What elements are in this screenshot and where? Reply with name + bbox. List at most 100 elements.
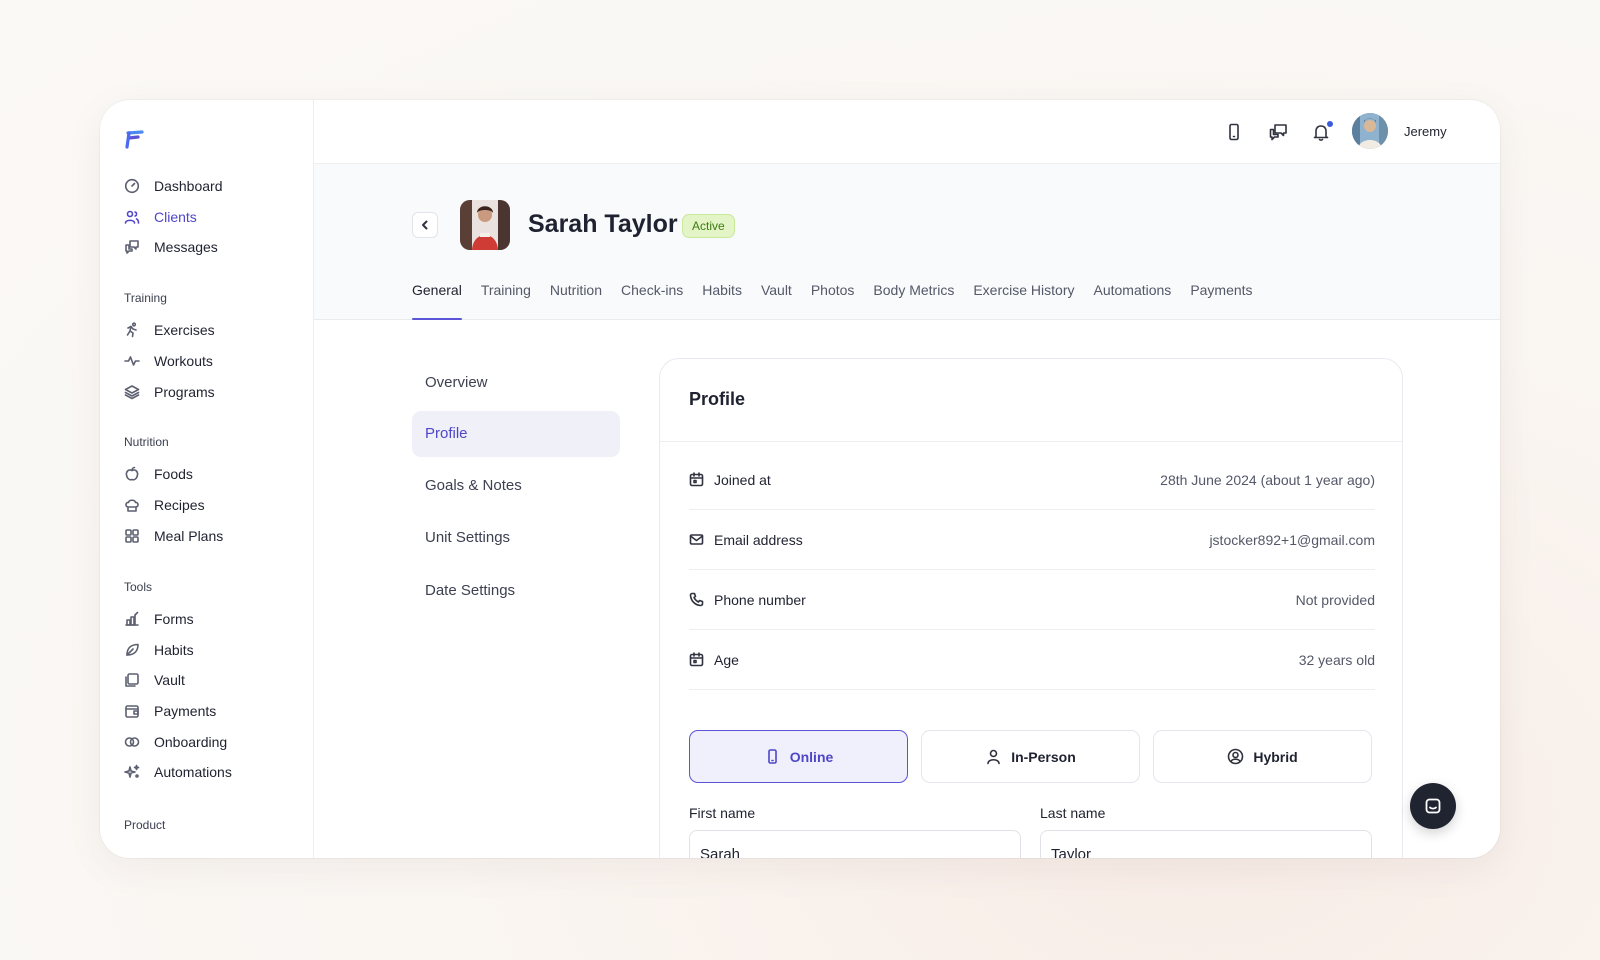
sidebar-item-exercises[interactable]: Exercises — [124, 318, 215, 342]
sidebar-section-tools: Tools — [124, 580, 153, 594]
notification-dot — [1327, 121, 1333, 127]
sidebar-section-training: Training — [124, 291, 167, 305]
sidebar-item-label: Dashboard — [154, 178, 223, 194]
chef-hat-icon — [124, 497, 140, 513]
tab-habits[interactable]: Habits — [702, 276, 742, 320]
divider — [660, 441, 1402, 442]
calendar-icon — [689, 651, 705, 668]
sidebar-item-label: Recipes — [154, 497, 205, 513]
status-badge: Active — [682, 214, 735, 238]
sidebar-item-foods[interactable]: Foods — [124, 462, 193, 486]
sidebar-item-label: Programs — [154, 384, 215, 400]
sidebar-item-label: Vault — [154, 672, 185, 688]
first-name-field[interactable] — [689, 830, 1021, 858]
mobile-icon — [764, 748, 782, 766]
sidebar-item-automations[interactable]: Automations — [124, 760, 232, 784]
sidebar-section-product: Product — [124, 818, 166, 832]
sidebar-item-clients[interactable]: Clients — [124, 205, 197, 229]
user-circle-icon — [1227, 748, 1245, 766]
app-window: Dashboard Clients Messages Training Exer… — [100, 100, 1500, 858]
messages-icon — [124, 239, 140, 255]
sidebar-item-onboarding[interactable]: Onboarding — [124, 730, 227, 754]
tab-exercise-history[interactable]: Exercise History — [973, 276, 1074, 320]
calendar-icon — [689, 471, 705, 488]
subnav-overview[interactable]: Overview — [412, 360, 620, 406]
tab-check-ins[interactable]: Check-ins — [621, 276, 683, 320]
sidebar-item-label: Payments — [154, 703, 217, 719]
chat-bubbles-icon[interactable] — [1268, 122, 1290, 144]
client-tabs: General Training Nutrition Check-ins Hab… — [412, 276, 1272, 320]
sidebar-item-recipes[interactable]: Recipes — [124, 493, 205, 517]
sidebar-section-nutrition: Nutrition — [124, 435, 169, 449]
back-button[interactable] — [412, 212, 438, 238]
last-name-label: Last name — [1040, 805, 1106, 821]
pulse-icon — [124, 353, 140, 369]
chevron-left-icon — [422, 220, 428, 230]
info-value: Not provided — [1295, 591, 1375, 608]
sidebar-item-label: Clients — [154, 209, 197, 225]
mode-hybrid-button[interactable]: Hybrid — [1153, 730, 1372, 783]
tab-training[interactable]: Training — [481, 276, 531, 320]
tab-nutrition[interactable]: Nutrition — [550, 276, 602, 320]
info-row-phone: Phone number Not provided — [689, 570, 1375, 630]
mode-in-person-button[interactable]: In-Person — [921, 730, 1140, 783]
sidebar-item-workouts[interactable]: Workouts — [124, 349, 213, 373]
tab-vault[interactable]: Vault — [761, 276, 792, 320]
card-title: Profile — [689, 389, 746, 409]
info-label: Email address — [714, 531, 803, 548]
bell-icon[interactable] — [1311, 121, 1333, 144]
info-row-joined: Joined at 28th June 2024 (about 1 year a… — [689, 450, 1375, 510]
username[interactable]: Jeremy — [1404, 124, 1447, 139]
client-avatar — [460, 200, 510, 250]
mobile-icon[interactable] — [1224, 122, 1246, 144]
tab-automations[interactable]: Automations — [1093, 276, 1171, 320]
profile-card: Profile Joined at 28th June 2024 (about … — [659, 358, 1403, 858]
subnav-date-settings[interactable]: Date Settings — [412, 568, 620, 614]
sidebar-item-payments[interactable]: Payments — [124, 699, 216, 723]
info-row-email: Email address jstocker892+1@gmail.com — [689, 510, 1375, 570]
sidebar-item-label: Habits — [154, 642, 194, 658]
sidebar-item-programs[interactable]: Programs — [124, 380, 215, 404]
sidebar-item-label: Foods — [154, 466, 193, 482]
avatar[interactable] — [1352, 113, 1388, 149]
chat-launcher-button[interactable] — [1410, 783, 1456, 829]
phone-icon — [689, 592, 705, 608]
rings-icon — [124, 734, 140, 750]
mode-label: Hybrid — [1253, 748, 1298, 765]
sidebar-item-label: Exercises — [154, 322, 215, 338]
mode-online-button[interactable]: Online — [689, 730, 908, 783]
chat-icon — [1425, 798, 1441, 814]
tab-general[interactable]: General — [412, 276, 462, 320]
sidebar-item-forms[interactable]: Forms — [124, 607, 194, 631]
last-name-field[interactable] — [1040, 830, 1372, 858]
sidebar-item-label: Onboarding — [154, 734, 228, 750]
sidebar-item-label: Forms — [154, 611, 194, 627]
layers-icon — [124, 384, 140, 400]
sidebar-item-label: Automations — [154, 764, 232, 780]
sidebar-item-vault[interactable]: Vault — [124, 668, 185, 692]
subnav-unit-settings[interactable]: Unit Settings — [412, 515, 620, 561]
info-value: jstocker892+1@gmail.com — [1209, 531, 1375, 548]
info-label: Phone number — [714, 591, 806, 608]
sidebar-item-label: Workouts — [154, 353, 213, 369]
logo-icon[interactable] — [124, 128, 146, 150]
sidebar-item-habits[interactable]: Habits — [124, 638, 194, 662]
tab-photos[interactable]: Photos — [811, 276, 855, 320]
subnav-goals-notes[interactable]: Goals & Notes — [412, 463, 620, 509]
user-icon — [985, 748, 1003, 766]
mode-label: Online — [789, 748, 834, 765]
mail-icon — [689, 532, 705, 548]
subnav-profile[interactable]: Profile — [412, 411, 620, 457]
wallet-icon — [124, 703, 140, 719]
sidebar-item-label: Meal Plans — [154, 528, 224, 544]
info-value: 28th June 2024 (about 1 year ago) — [1160, 471, 1375, 488]
sidebar-item-meal-plans[interactable]: Meal Plans — [124, 524, 223, 548]
tab-body-metrics[interactable]: Body Metrics — [873, 276, 954, 320]
info-label: Joined at — [714, 471, 771, 488]
sidebar-item-dashboard[interactable]: Dashboard — [124, 174, 223, 198]
info-value: 32 years old — [1298, 651, 1375, 668]
mode-label: In-Person — [1011, 748, 1076, 765]
sidebar-item-messages[interactable]: Messages — [124, 235, 218, 259]
tab-payments[interactable]: Payments — [1190, 276, 1252, 320]
grid-icon — [124, 528, 140, 544]
